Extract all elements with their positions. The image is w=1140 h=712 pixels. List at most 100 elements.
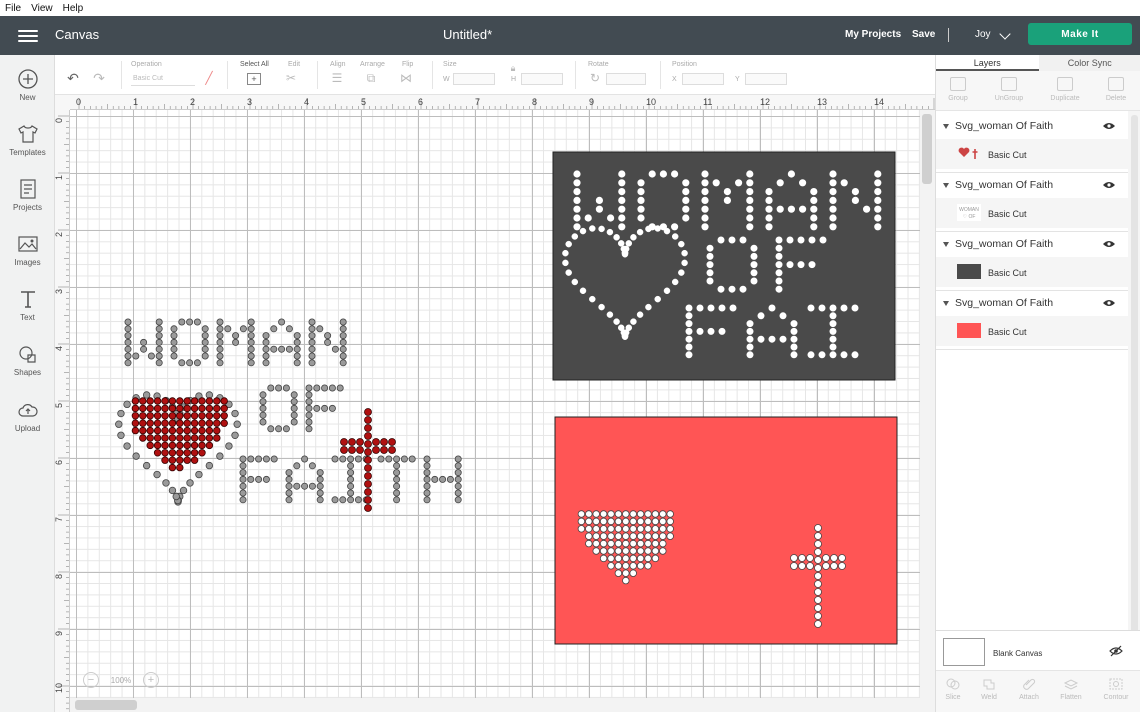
ungroup-button[interactable]: UnGroup: [984, 77, 1034, 102]
tab-color-sync[interactable]: Color Sync: [1039, 55, 1140, 71]
horizontal-scroll-thumb[interactable]: [75, 700, 137, 710]
white-dot: [696, 304, 704, 312]
undo-icon[interactable]: ↶: [65, 71, 81, 85]
zoom-in-button[interactable]: +: [143, 672, 159, 688]
ruler-corner: [55, 95, 70, 110]
lock-icon[interactable]: 🔒︎: [505, 61, 521, 75]
select-all-icon[interactable]: +: [247, 73, 261, 85]
menu-file[interactable]: File: [0, 3, 26, 14]
arrange-icon[interactable]: ⧉: [363, 71, 379, 85]
layer-item[interactable]: Svg_woman Of Faith WOMAN ♡ OF Basic Cut: [936, 173, 1128, 232]
sidebar-item-new[interactable]: New: [0, 68, 55, 102]
flip-icon[interactable]: ⋈: [398, 71, 414, 85]
eye-icon[interactable]: [1103, 122, 1115, 130]
blank-canvas-row[interactable]: Blank Canvas: [936, 630, 1140, 670]
my-projects-link[interactable]: My Projects: [845, 29, 901, 40]
layer-item[interactable]: Svg_woman Of Faith Basic Cut: [936, 114, 1128, 173]
panel-scroll-thumb[interactable]: [1131, 115, 1138, 675]
zoom-out-button[interactable]: −: [83, 672, 99, 688]
contour-button[interactable]: Contour: [1096, 677, 1136, 701]
expand-triangle-icon[interactable]: [943, 123, 949, 129]
rhinestone-red-dot: [176, 397, 184, 405]
rhinestone-dot: [293, 352, 301, 360]
white-dot: [589, 225, 596, 232]
blank-canvas-swatch[interactable]: [943, 638, 985, 666]
height-input[interactable]: [521, 73, 563, 85]
rhinestone-red-dot: [183, 404, 191, 413]
white-dot: [636, 517, 645, 526]
ruler-left: 0 1 2 3 4 5 6 7 8 9 10: [55, 110, 70, 712]
align-icon[interactable]: ☰: [329, 71, 345, 85]
expand-triangle-icon[interactable]: [943, 300, 949, 306]
pen-icon[interactable]: ╱: [201, 71, 217, 85]
slice-button[interactable]: Slice: [933, 677, 973, 701]
tab-layers[interactable]: Layers: [936, 55, 1039, 71]
scissors-icon[interactable]: ✂: [283, 71, 299, 85]
chevron-down-icon[interactable]: [999, 28, 1011, 40]
panel-scrollbar[interactable]: [1128, 111, 1140, 685]
rhinestone-red-dot: [205, 412, 214, 420]
layer-sub-item[interactable]: WOMAN ♡ OF Basic Cut: [936, 198, 1128, 228]
eye-icon[interactable]: [1103, 240, 1115, 248]
layer-sub-item[interactable]: Basic Cut: [936, 257, 1128, 287]
rhinestone-red-dot: [131, 412, 140, 420]
eye-icon[interactable]: [1103, 181, 1115, 189]
layer-item[interactable]: Svg_woman Of Faith Basic Cut: [936, 291, 1128, 350]
white-dot: [851, 304, 859, 312]
menu-help[interactable]: Help: [58, 3, 89, 14]
rotate-icon[interactable]: ↻: [587, 71, 603, 85]
white-dot: [776, 179, 784, 187]
white-dot: [728, 285, 736, 293]
x-input[interactable]: [682, 73, 724, 85]
save-button[interactable]: Save: [912, 29, 935, 40]
white-dot: [746, 343, 754, 351]
eye-hidden-icon[interactable]: [1109, 645, 1123, 657]
vertical-scroll-thumb[interactable]: [922, 114, 932, 184]
sidebar-item-shapes[interactable]: Shapes: [0, 343, 55, 377]
rhinestone-dot: [454, 462, 462, 470]
y-input[interactable]: [745, 73, 787, 85]
horizontal-scrollbar[interactable]: [70, 698, 920, 712]
sidebar-item-templates[interactable]: Templates: [0, 123, 55, 157]
red-rect-thumbnail: [957, 323, 981, 338]
user-name[interactable]: Joy: [975, 29, 991, 40]
design-canvas[interactable]: [70, 110, 920, 712]
expand-triangle-icon[interactable]: [943, 182, 949, 188]
hamburger-menu-icon[interactable]: [18, 30, 38, 42]
weld-button[interactable]: Weld: [969, 677, 1009, 701]
sidebar-item-projects[interactable]: Projects: [0, 178, 55, 212]
white-dot: [765, 196, 773, 205]
make-it-button[interactable]: Make It: [1028, 23, 1132, 45]
rhinestone-red-dot: [153, 426, 162, 435]
width-input[interactable]: [453, 73, 495, 85]
redo-icon[interactable]: ↷: [91, 71, 107, 85]
eye-icon[interactable]: [1103, 299, 1115, 307]
flatten-button[interactable]: Flatten: [1051, 677, 1091, 701]
layer-sub-item[interactable]: Basic Cut: [936, 316, 1128, 346]
rhinestone-red-dot: [205, 426, 214, 435]
layer-sub-item[interactable]: Basic Cut: [936, 139, 1128, 169]
duplicate-button[interactable]: Duplicate: [1040, 77, 1090, 102]
menu-view[interactable]: View: [26, 3, 58, 14]
rhinestone-dot: [308, 482, 316, 490]
delete-button[interactable]: Delete: [1091, 77, 1140, 102]
rhinestone-dot: [142, 461, 151, 470]
white-dot: [618, 214, 626, 222]
white-dot: [584, 214, 592, 222]
attach-button[interactable]: Attach: [1009, 677, 1049, 701]
vertical-scrollbar[interactable]: [920, 110, 935, 712]
white-dot: [810, 223, 818, 231]
sidebar-item-text[interactable]: Text: [0, 288, 55, 322]
white-dot: [585, 532, 593, 540]
attach-label: Attach: [1019, 694, 1039, 701]
rhinestone-red-dot: [190, 397, 199, 405]
sidebar-item-images[interactable]: Images: [0, 233, 55, 267]
rhinestone-red-dot: [340, 438, 348, 446]
group-button[interactable]: Group: [933, 77, 983, 102]
white-dot: [579, 227, 587, 235]
sidebar-item-upload[interactable]: Upload: [0, 399, 55, 433]
rotate-input[interactable]: [606, 73, 646, 85]
layer-item[interactable]: Svg_woman Of Faith Basic Cut: [936, 232, 1128, 291]
operation-select[interactable]: Basic Cut: [131, 74, 195, 86]
expand-triangle-icon[interactable]: [943, 241, 949, 247]
